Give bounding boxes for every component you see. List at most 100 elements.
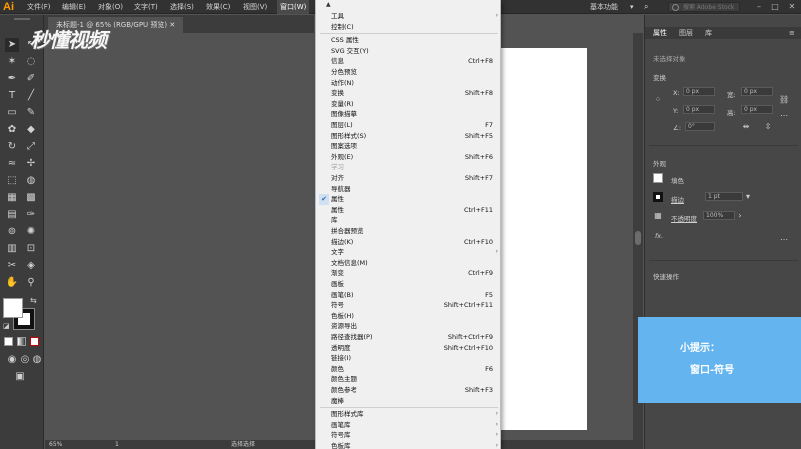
window-menu-item[interactable]: 路径查找器(P) Shift+Ctrl+F9	[316, 332, 502, 343]
column-graph-tool-icon[interactable]: ▥	[5, 242, 19, 256]
window-menu-item[interactable]: 信息 Ctrl+F8	[316, 56, 502, 67]
opacity-field[interactable]: 100%	[703, 211, 735, 220]
window-menu-item[interactable]: 画笔(B) F5	[316, 290, 502, 301]
zoom-tool-icon[interactable]: ⚲	[24, 276, 38, 290]
reference-point-icon[interactable]: ⁘	[653, 95, 663, 105]
eraser-tool-icon[interactable]: ◆	[24, 123, 38, 137]
lasso-tool-icon[interactable]: ◌	[24, 55, 38, 69]
window-menu-item[interactable]: 变量(R)	[316, 99, 502, 110]
flip-vertical-icon[interactable]: ⇳	[763, 122, 773, 132]
selection-tool-icon[interactable]: ➤	[5, 38, 19, 52]
eyedropper-tool-icon[interactable]: ✑	[24, 208, 38, 222]
flip-horizontal-icon[interactable]: ⇹	[741, 122, 751, 132]
window-menu-item[interactable]: 属性 Ctrl+F11	[316, 205, 502, 216]
window-menu-item[interactable]: 文档信息(M)	[316, 258, 502, 269]
rectangle-tool-icon[interactable]: ▭	[5, 106, 19, 120]
screen-mode-icon[interactable]: ▣	[13, 370, 27, 384]
window-menu-item[interactable]: 描边(K) Ctrl+F10	[316, 237, 502, 248]
stock-search-input[interactable]: 搜索 Adobe Stock	[668, 2, 740, 12]
puppet-warp-tool-icon[interactable]: ✢	[24, 157, 38, 171]
x-field[interactable]: 0 px	[683, 87, 715, 96]
window-menu-item[interactable]: 链接(I)	[316, 353, 502, 364]
stroke-weight-field[interactable]: 1 pt	[705, 192, 743, 201]
type-tool-icon[interactable]: T	[5, 89, 19, 103]
window-menu-item[interactable]: SVG 交互(Y)	[316, 46, 502, 57]
artboard-tool-icon[interactable]: ⊡	[24, 242, 38, 256]
window-menu-item[interactable]: 分色预览	[316, 67, 502, 78]
curvature-tool-icon[interactable]: ✐	[24, 72, 38, 86]
free-transform-tool-icon[interactable]: ⬚	[5, 174, 19, 188]
menu-type[interactable]: 文字(T)	[134, 0, 158, 14]
more-options-icon[interactable]: ⋯	[779, 111, 789, 121]
width-field[interactable]: 0 px	[741, 87, 773, 96]
menu-window[interactable]: 窗口(W)	[277, 0, 310, 14]
chevron-down-icon[interactable]: ▾	[630, 0, 634, 14]
stroke-swatch[interactable]	[653, 192, 663, 202]
tab-layers[interactable]: 图层	[679, 27, 693, 39]
opacity-label[interactable]: 不透明度	[671, 213, 697, 223]
search-icon[interactable]: ⌕	[644, 0, 648, 14]
window-menu-item[interactable]: 工具 ›	[316, 11, 502, 22]
window-menu-item[interactable]: CSS 属性	[316, 35, 502, 46]
artboard[interactable]	[500, 48, 587, 430]
line-tool-icon[interactable]: ╱	[24, 89, 38, 103]
window-menu-item[interactable]: 魔棒	[316, 396, 502, 407]
window-menu-item[interactable]: 符号库 ›	[316, 430, 502, 441]
window-menu-item[interactable]: 库	[316, 215, 502, 226]
color-mode-icon[interactable]	[4, 337, 13, 346]
window-menu-item[interactable]: 资源导出	[316, 321, 502, 332]
maximize-icon[interactable]: □	[768, 0, 782, 14]
panel-grip[interactable]	[14, 18, 30, 20]
draw-inside-icon[interactable]: ◍	[30, 353, 44, 367]
fill-color-swatch[interactable]	[3, 298, 23, 318]
window-menu-item[interactable]: 颜色 F6	[316, 364, 502, 375]
tab-libraries[interactable]: 库	[705, 27, 712, 39]
height-field[interactable]: 0 px	[741, 105, 773, 114]
mesh-tool-icon[interactable]: ▩	[24, 191, 38, 205]
menu-object[interactable]: 对象(O)	[98, 0, 123, 14]
paintbrush-tool-icon[interactable]: ✎	[24, 106, 38, 120]
zoom-level[interactable]: 65%	[49, 440, 62, 449]
gradient-tool-icon[interactable]: ▤	[5, 208, 19, 222]
hand-tool-icon[interactable]: ✋	[5, 276, 19, 290]
scale-tool-icon[interactable]: ⤢	[24, 140, 38, 154]
blend-tool-icon[interactable]: ⊚	[5, 225, 19, 239]
symbol-sprayer-tool-icon[interactable]: ✺	[24, 225, 38, 239]
window-menu-item[interactable]: 颜色参考 Shift+F3	[316, 385, 502, 396]
window-menu-item[interactable]: 变换 Shift+F8	[316, 88, 502, 99]
default-colors-icon[interactable]: ◪	[3, 322, 10, 330]
chevron-right-icon[interactable]: ›	[735, 211, 745, 221]
eraser-icon[interactable]: ◈	[24, 259, 38, 273]
shape-builder-tool-icon[interactable]: ◍	[24, 174, 38, 188]
window-menu-item[interactable]: 对齐 Shift+F7	[316, 173, 502, 184]
chevron-down-icon[interactable]: ▾	[743, 192, 753, 202]
swap-fill-stroke-icon[interactable]: ⇆	[30, 296, 37, 305]
workspace-switcher[interactable]: 基本功能	[590, 0, 618, 14]
stroke-label[interactable]: 描边	[671, 194, 684, 204]
menu-select[interactable]: 选择(S)	[170, 0, 194, 14]
close-icon[interactable]: ✕	[169, 21, 175, 29]
none-mode-icon[interactable]	[30, 337, 39, 346]
window-menu-item[interactable]: 拼合器预览	[316, 226, 502, 237]
window-menu-item[interactable]: 色板(H)	[316, 311, 502, 322]
gradient-mode-icon[interactable]	[17, 337, 26, 346]
fill-swatch[interactable]	[653, 173, 663, 183]
scrollbar-thumb[interactable]	[635, 231, 641, 245]
artboard-number[interactable]: 1	[115, 440, 119, 449]
minimize-icon[interactable]: –	[752, 0, 766, 14]
window-menu-item[interactable]: 图形样式(S) Shift+F5	[316, 131, 502, 142]
shaper-tool-icon[interactable]: ✿	[5, 123, 19, 137]
more-options-icon[interactable]: ⋯	[779, 235, 789, 245]
window-menu-item[interactable]: 颜色主题	[316, 374, 502, 385]
window-menu-item[interactable]: 透明度 Shift+Ctrl+F10	[316, 343, 502, 354]
angle-field[interactable]: 0°	[685, 122, 715, 131]
window-menu-item[interactable]: 图案选项	[316, 141, 502, 152]
window-menu-item[interactable]: 图层(L) F7	[316, 120, 502, 131]
menu-edit[interactable]: 编辑(E)	[62, 0, 86, 14]
menu-file[interactable]: 文件(F)	[27, 0, 51, 14]
perspective-grid-tool-icon[interactable]: ▦	[5, 191, 19, 205]
panel-menu-icon[interactable]: ≡	[789, 27, 795, 39]
window-menu-item[interactable]: ✔ 属性	[316, 194, 502, 205]
window-menu-item[interactable]: 控制(C)	[316, 22, 502, 33]
warp-tool-icon[interactable]: ≈	[5, 157, 19, 171]
